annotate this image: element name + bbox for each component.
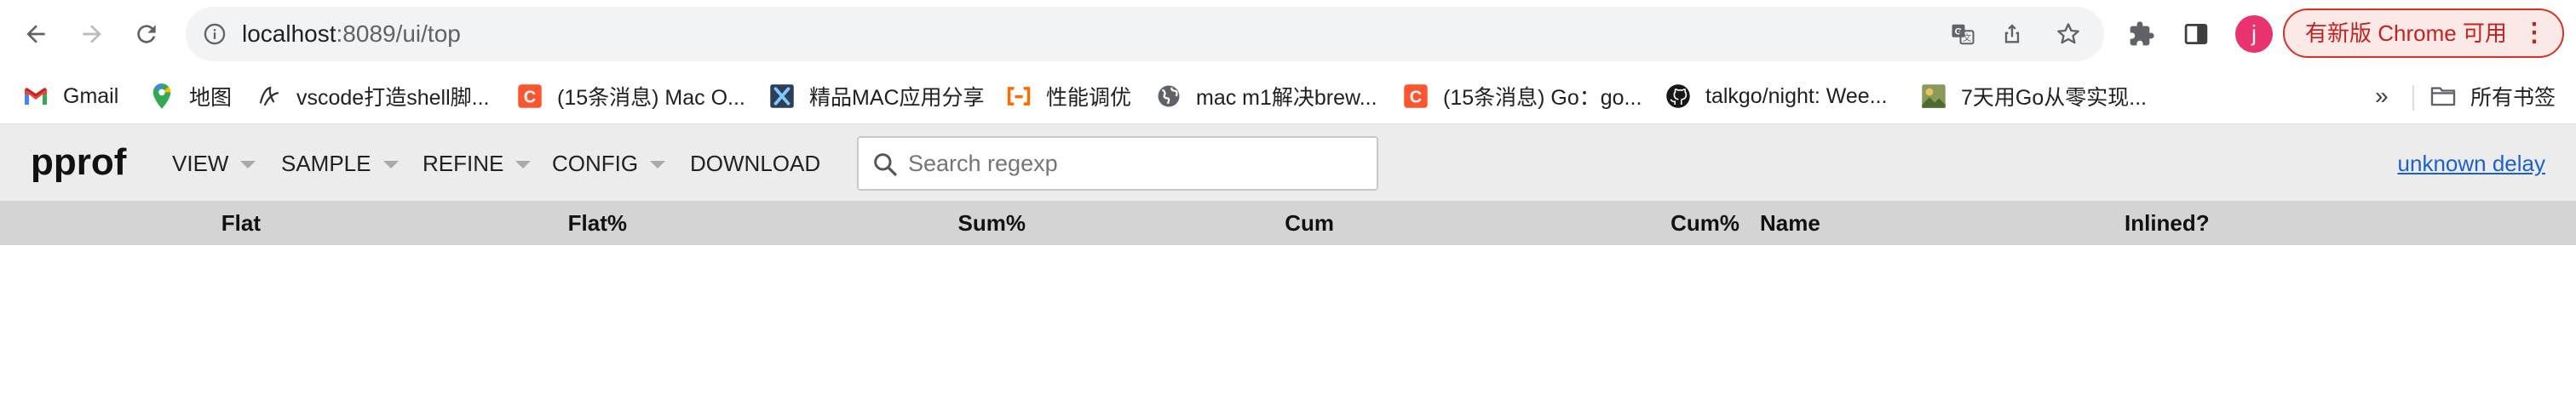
bookmarks-divider [2412,85,2414,111]
column-header-inlined[interactable]: Inlined? [2125,201,2210,245]
update-label: 有新版 Chrome 可用 [2305,20,2507,46]
maps-icon [148,83,175,110]
menu-config[interactable]: CONFIG [552,124,666,203]
bookmark-brew[interactable]: mac m1解决brew... [1155,80,1377,112]
bookmark-label: (15条消息) Go：go... [1443,86,1642,110]
bookmark-label: 地图 [189,86,233,110]
column-header-cum[interactable]: Cum [1206,201,1334,245]
url-host: localhost [242,20,336,47]
site-info-icon[interactable] [198,17,232,51]
all-bookmarks-label: 所有书签 [2470,86,2556,110]
menu-label: CONFIG [552,151,639,176]
github-icon [1665,83,1692,110]
column-header-flat[interactable]: Flat [133,201,261,245]
menu-view[interactable]: VIEW [172,124,256,203]
pprof-header: pprof VIEW SAMPLE REFINE CONFIG DOWNLOAD… [0,124,2576,201]
column-header-sum-percent[interactable]: Sum% [898,201,1026,245]
vscode-icon [256,83,283,110]
gmail-icon [22,83,49,110]
bookmark-label: (15条消息) Mac O... [557,86,745,110]
bookmark-talkgo[interactable]: talkgo/night: Wee... [1665,80,1888,112]
bookmark-maps[interactable]: 地图 [148,80,232,112]
menu-download[interactable]: DOWNLOAD [690,124,820,203]
side-panel-icon[interactable] [2177,15,2215,53]
menu-sample[interactable]: SAMPLE [281,124,399,203]
column-header-cum-percent[interactable]: Cum% [1612,201,1739,245]
bookmark-gmail[interactable]: Gmail [22,80,118,112]
caret-down-icon [240,160,256,169]
menu-label: SAMPLE [281,151,371,176]
arrow-right-icon [83,25,101,43]
chrome-update-button[interactable]: 有新版 Chrome 可用 ⋮ [2283,9,2564,58]
menu-label: DOWNLOAD [690,151,821,176]
bookmark-csdn-go[interactable]: C (15条消息) Go：go... [1402,80,1642,112]
bookmark-label: 性能调优 [1046,86,1132,110]
csdn-icon: C [516,83,543,110]
url-path: :8089/ui/top [336,20,461,47]
bookmark-label: talkgo/night: Wee... [1705,83,1888,108]
forward-button[interactable] [73,15,111,53]
caret-down-icon [515,160,532,169]
arrow-left-icon [26,25,45,43]
image-icon [1920,83,1947,110]
unknown-delay-link[interactable]: unknown delay [2398,124,2545,203]
address-bar[interactable]: localhost:8089/ui/top G文 [186,7,2104,61]
table-body [0,245,2576,400]
all-bookmarks-button[interactable]: 所有书签 [2429,80,2556,112]
bookmark-vscode[interactable]: vscode打造shell脚... [256,80,489,112]
bookmark-csdn-mac[interactable]: C (15条消息) Mac O... [516,80,745,112]
caret-down-icon [650,160,666,169]
extensions-icon[interactable] [2123,15,2160,53]
browser-toolbar: localhost:8089/ui/top G文 j 有新版 Chrome 可用… [0,0,2576,68]
menu-refine[interactable]: REFINE [423,124,532,203]
reload-icon [137,25,156,43]
search-icon [869,148,901,180]
bookmark-mac-apps[interactable]: 精品MAC应用分享 [768,80,985,112]
share-icon[interactable] [1995,17,2029,51]
back-button[interactable] [17,15,55,53]
reload-button[interactable] [128,15,165,53]
star-icon[interactable] [2051,17,2085,51]
profile-avatar[interactable]: j [2235,15,2273,53]
svg-text:文: 文 [1963,32,1971,43]
x-app-icon [768,83,796,110]
svg-text:C: C [524,89,536,107]
search-input[interactable] [908,143,1368,184]
svg-text:C: C [1410,89,1422,107]
table-header: Flat Flat% Sum% Cum Cum% Name Inlined? [0,201,2576,245]
bookmarks-overflow-button[interactable]: » [2375,80,2389,112]
bookmarks-bar: Gmail 地图 vscode打造shell脚... C (15条消息) Mac… [0,68,2576,124]
bookmark-label: 7天用Go从零实现... [1961,86,2148,110]
search-box [857,136,1378,191]
bookmark-label: vscode打造shell脚... [296,86,490,110]
bookmark-label: 精品MAC应用分享 [809,86,985,110]
menu-label: REFINE [423,151,504,176]
bookmark-go-7days[interactable]: 7天用Go从零实现... [1920,80,2147,112]
bookmark-label: Gmail [63,83,119,108]
csdn-icon: C [1402,83,1429,110]
bracket-icon [1005,83,1032,110]
url-text[interactable]: localhost:8089/ui/top [242,7,461,61]
bookmark-performance[interactable]: 性能调优 [1005,80,1131,112]
folder-icon [2429,83,2457,110]
column-header-name[interactable]: Name [1760,201,1820,245]
globe-icon [1155,83,1182,110]
caret-down-icon [382,160,399,169]
more-menu-icon[interactable]: ⋮ [2521,10,2547,56]
translate-icon[interactable]: G文 [1946,17,1980,51]
menu-label: VIEW [172,151,229,176]
bookmark-label: mac m1解决brew... [1196,86,1377,110]
column-header-flat-percent[interactable]: Flat% [499,201,627,245]
pprof-logo[interactable]: pprof [31,124,126,201]
